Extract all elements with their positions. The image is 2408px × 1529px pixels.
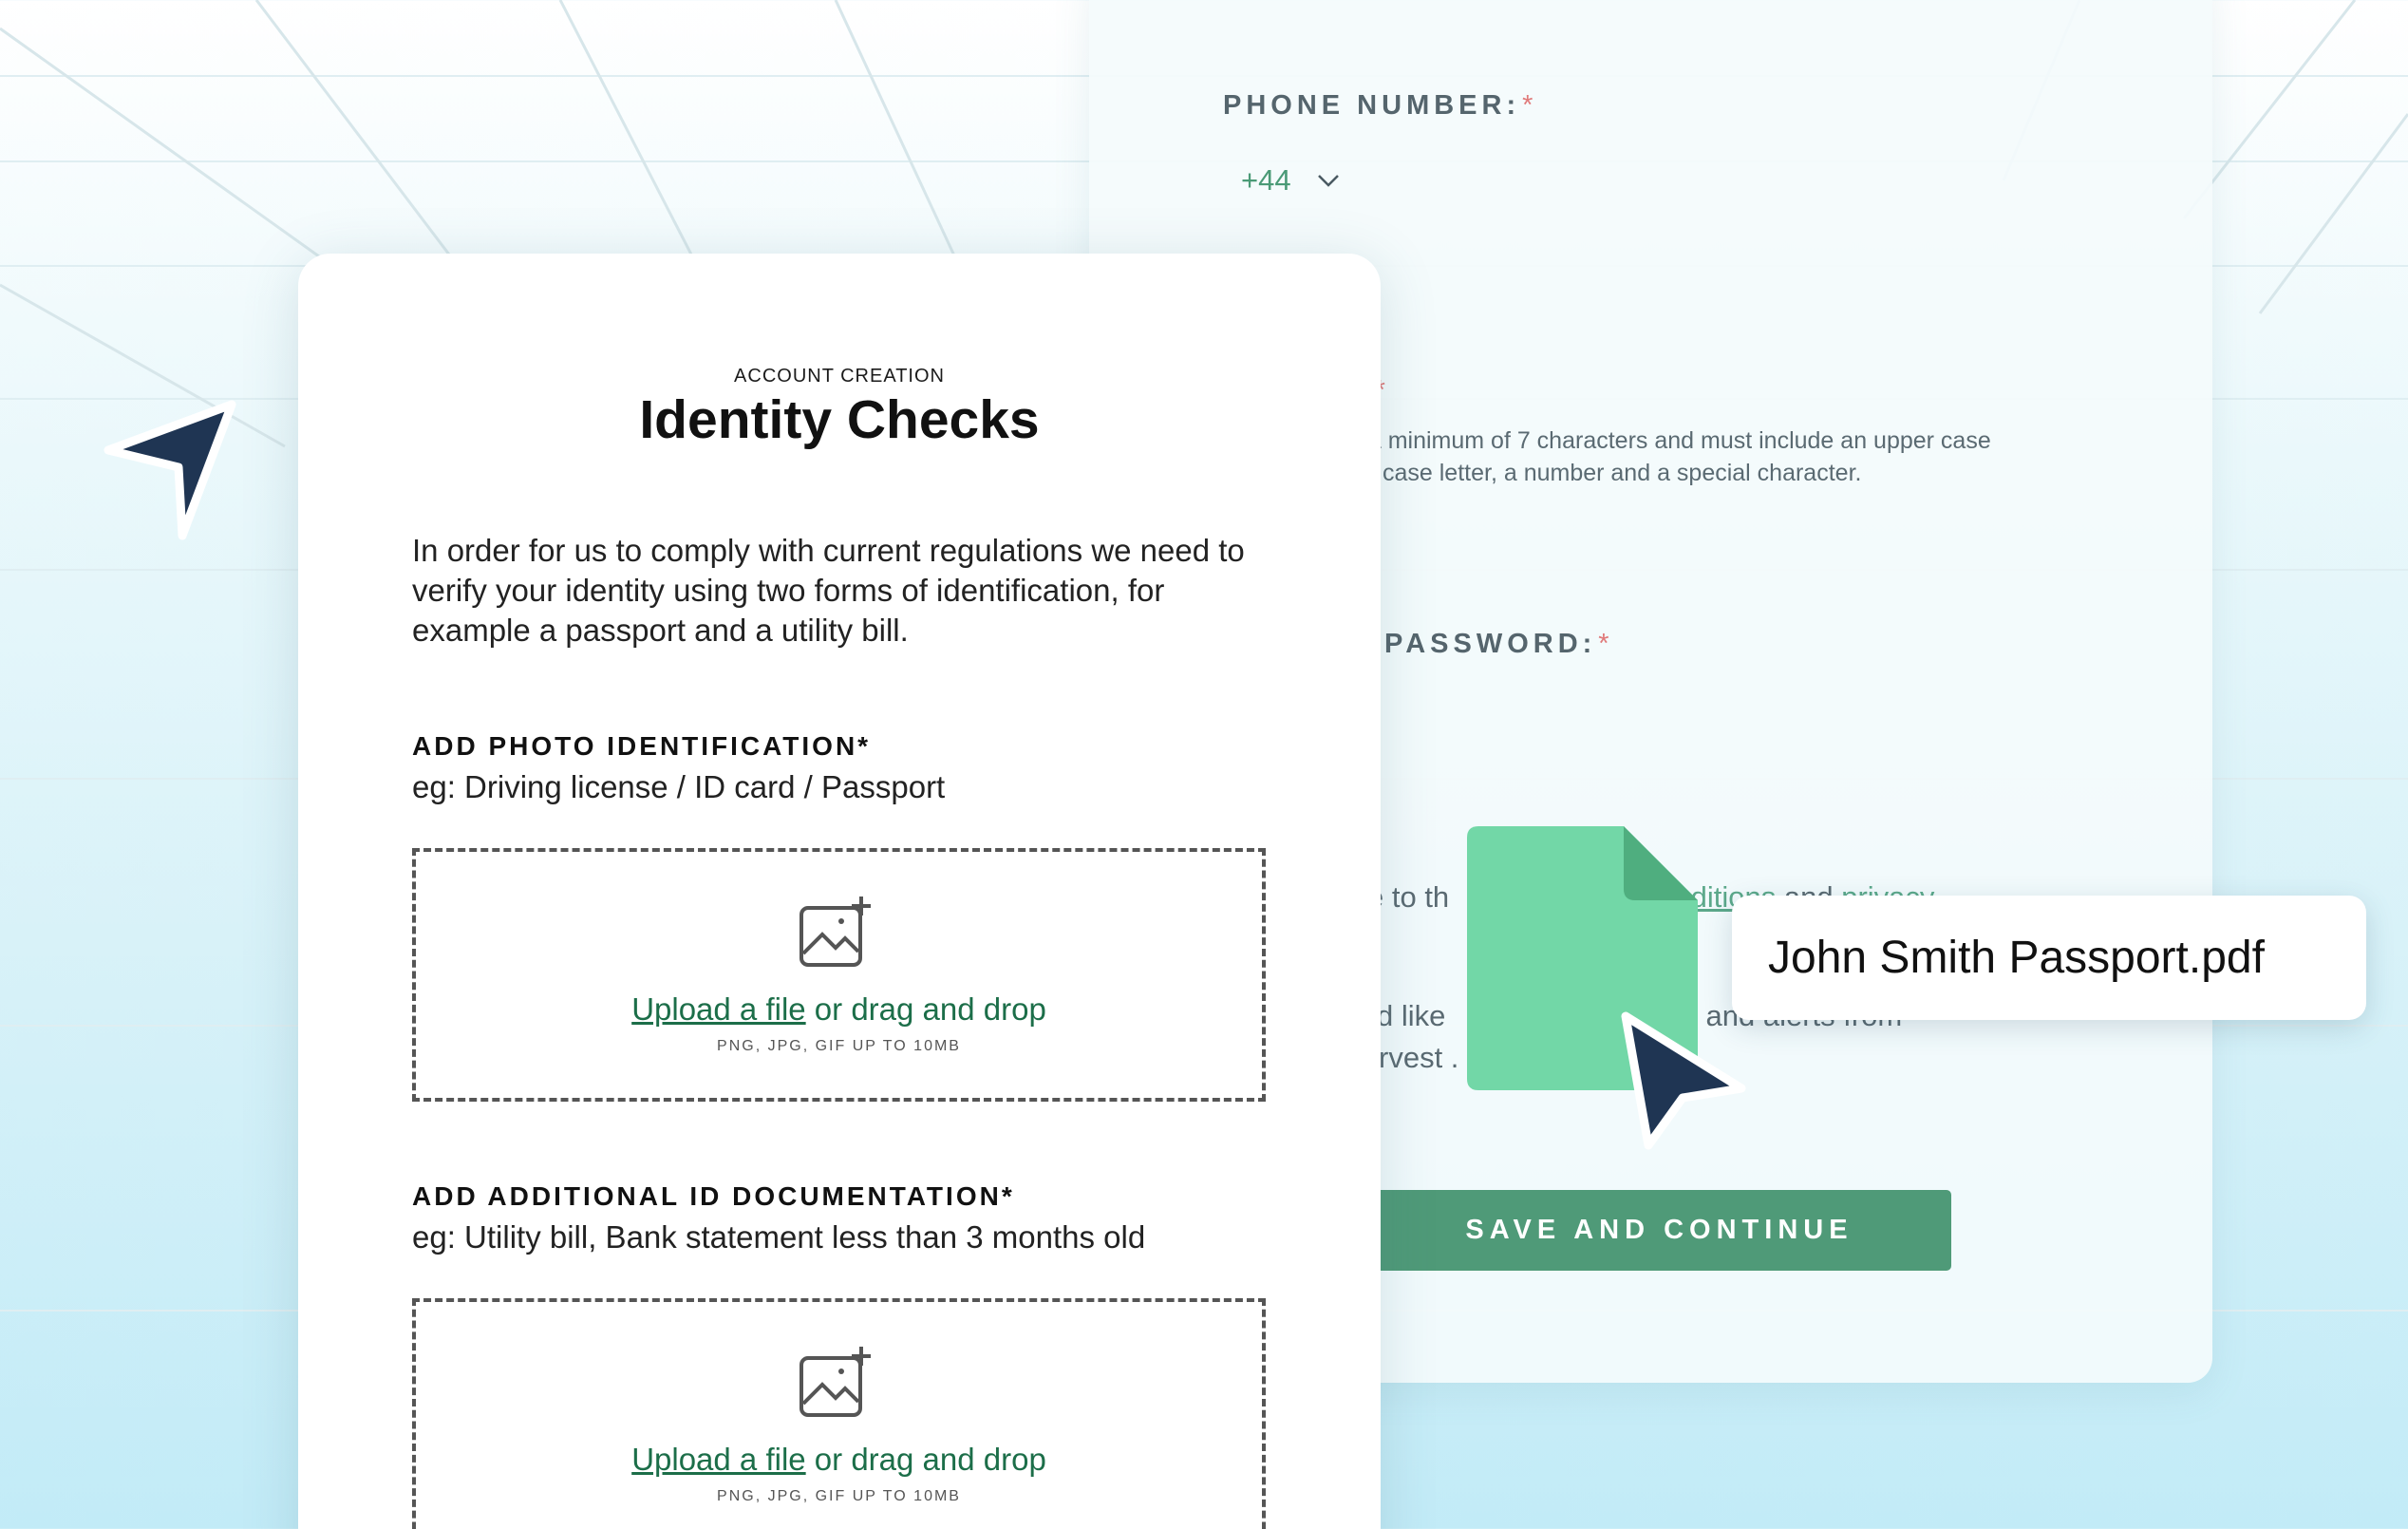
eyebrow-label: ACCOUNT CREATION xyxy=(734,366,945,387)
chevron-down-icon xyxy=(1318,175,1339,187)
drag-cursor-icon xyxy=(1621,1011,1746,1150)
file-name-tooltip: John Smith Passport.pdf xyxy=(1732,896,2366,1020)
intro-text: In order for us to comply with current r… xyxy=(412,533,1245,648)
photo-id-subtext: eg: Driving license / ID card / Passport xyxy=(412,769,946,804)
additional-id-heading: ADD ADDITIONAL ID DOCUMENTATION* xyxy=(412,1181,1015,1211)
upload-file-link[interactable]: Upload a file xyxy=(631,991,805,1027)
additional-id-subtext: eg: Utility bill, Bank statement less th… xyxy=(412,1219,1146,1255)
upload-prompt: Upload a file or drag and drop xyxy=(631,1442,1046,1477)
cursor-arrow-icon xyxy=(103,400,236,540)
marketing-text-line2: rvest . xyxy=(1379,1041,1459,1074)
additional-id-dropzone[interactable]: Upload a file or drag and drop PNG, JPG,… xyxy=(412,1298,1266,1529)
confirm-password-label: PASSWORD:* xyxy=(1384,629,1614,659)
photo-id-dropzone[interactable]: Upload a file or drag and drop PNG, JPG,… xyxy=(412,848,1266,1102)
password-hint: e a minimum of 7 characters and must inc… xyxy=(1348,427,1991,486)
file-type-note: PNG, JPG, GIF UP TO 10MB xyxy=(717,1488,961,1504)
country-code-select[interactable]: +44 xyxy=(1225,140,1358,222)
add-image-icon xyxy=(800,1347,871,1417)
upload-file-link[interactable]: Upload a file xyxy=(631,1442,805,1477)
country-code-value: +44 xyxy=(1241,163,1291,197)
identity-checks-card: ACCOUNT CREATION Identity Checks In orde… xyxy=(298,254,1381,1529)
page-title: Identity Checks xyxy=(639,389,1040,450)
phone-number-label: PHONE NUMBER:* xyxy=(1223,90,1538,121)
upload-prompt: Upload a file or drag and drop xyxy=(631,991,1046,1027)
add-image-icon xyxy=(800,897,871,967)
save-and-continue-button[interactable]: SAVE AND CONTINUE xyxy=(1367,1190,1951,1271)
file-type-note: PNG, JPG, GIF UP TO 10MB xyxy=(717,1038,961,1054)
photo-id-heading: ADD PHOTO IDENTIFICATION* xyxy=(412,731,872,761)
